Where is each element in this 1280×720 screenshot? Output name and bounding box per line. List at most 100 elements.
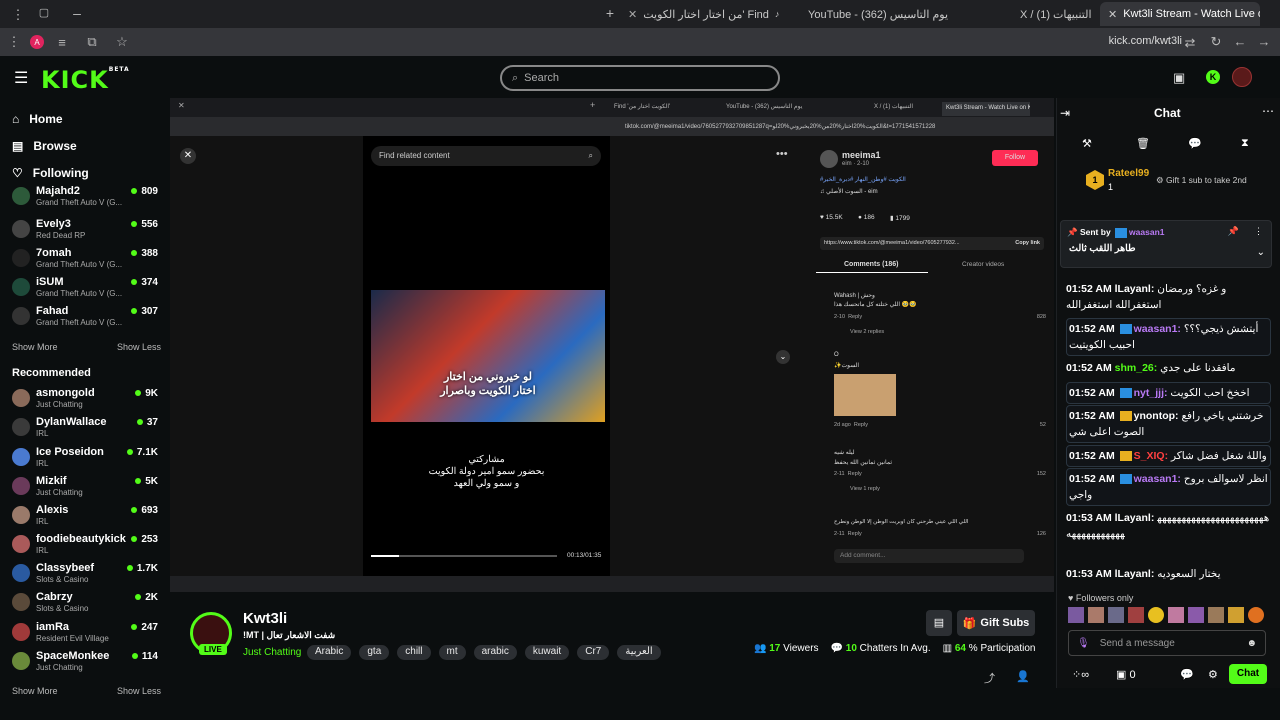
emoji-icon[interactable]: ☻ — [1246, 638, 1257, 649]
list-item[interactable]: Classybeef Slots & Casino 1.7K — [12, 562, 162, 590]
show-more-following[interactable]: Show More — [12, 342, 58, 352]
bookmark-star-icon[interactable]: ☆ — [110, 34, 134, 50]
hourglass-icon[interactable]: ⧗ — [1241, 137, 1249, 150]
emote[interactable] — [1248, 607, 1264, 623]
tag[interactable]: chill — [397, 645, 431, 660]
share-icon[interactable]: ⤴ — [984, 670, 995, 686]
list-item[interactable]: Fahad Grand Theft Auto V (G... 307 — [12, 305, 162, 333]
menu-icon[interactable]: ⋮ — [2, 34, 26, 50]
more-options-icon[interactable]: ⋮ — [1254, 226, 1263, 237]
url-text[interactable]: kick.com/kwt3li — [1109, 35, 1182, 47]
emote[interactable] — [1148, 607, 1164, 623]
extensions-icon[interactable]: ⧉ — [80, 34, 104, 50]
emote[interactable] — [1168, 607, 1184, 623]
reading-list-icon[interactable]: ≡ — [50, 35, 74, 50]
video-clip: لو خيروني من اختار اختار الكويت وباصرار — [371, 290, 605, 422]
emote[interactable] — [1108, 607, 1124, 623]
new-tab-icon[interactable]: + — [598, 5, 622, 21]
list-item[interactable]: iSUM Grand Theft Auto V (G... 374 — [12, 276, 162, 304]
follow-user-icon[interactable]: 👤 — [1016, 670, 1030, 683]
send-chat-button[interactable]: Chat — [1229, 664, 1267, 684]
emote[interactable] — [1208, 607, 1224, 623]
show-less-following[interactable]: Show Less — [117, 342, 161, 352]
search-input[interactable]: ⌕ Search — [500, 65, 780, 91]
nav-browse[interactable]: ▤ Browse — [12, 139, 77, 153]
emote[interactable] — [1188, 607, 1204, 623]
x-logo-icon: 𝕏 — [1098, 8, 1099, 21]
show-less-recommended[interactable]: Show Less — [117, 686, 161, 696]
nav-home[interactable]: ⌂ Home — [12, 112, 63, 126]
tag[interactable]: kuwait — [524, 645, 570, 660]
reload-icon[interactable]: ↻ — [1204, 34, 1228, 50]
inner-tab-bar: ✕ + Find 'الكويت اختار من' YouTube - يوم… — [170, 98, 1054, 117]
chat-bubble-icon[interactable]: 💬 — [1180, 668, 1194, 681]
chat-bubble-icon[interactable]: 💬 — [1188, 137, 1202, 150]
emote[interactable] — [1088, 607, 1104, 623]
profile-avatar[interactable]: A — [30, 35, 44, 49]
tag[interactable]: mt — [438, 645, 466, 660]
notes-button[interactable]: ▤ — [926, 610, 952, 636]
tab-search-icon[interactable]: ▢ — [32, 6, 56, 19]
list-item[interactable]: Mizkif Just Chatting 5K — [12, 475, 162, 503]
list-item[interactable]: Cabrzy Slots & Casino 2K — [12, 591, 162, 619]
back-icon[interactable]: → — [1252, 34, 1276, 49]
kick-points-icon[interactable]: K — [1206, 70, 1220, 84]
emote[interactable] — [1128, 607, 1144, 623]
inner-address-bar: tiktok.com/@meeima1/video/76052779327098… — [170, 117, 1054, 136]
tag[interactable]: Cr7 — [577, 645, 610, 660]
new-tab-icon: + — [590, 100, 596, 110]
emote[interactable] — [1228, 607, 1244, 623]
chevron-down-icon[interactable]: ⌄ — [1257, 247, 1265, 258]
chat-input[interactable]: 🎙 Send a message ☻ — [1068, 630, 1266, 656]
list-item[interactable]: Alexis IRL 693 — [12, 504, 162, 532]
list-item[interactable]: 7omah Grand Theft Auto V (G... 388 — [12, 247, 162, 275]
pinned-message[interactable]: 📌 Sent by waasan1 طاهر اللقب ثالث 📌 ⋮ ⌄ — [1060, 220, 1272, 268]
trash-icon[interactable]: 🗑 — [1136, 137, 1150, 150]
kick-logo[interactable]: KICKBETA — [41, 66, 130, 94]
points-counter[interactable]: ▣ 0 — [1116, 668, 1136, 681]
close-icon[interactable]: ✕ — [954, 8, 960, 21]
video-player[interactable]: ✕ + Find 'الكويت اختار من' YouTube - يوم… — [170, 98, 1054, 592]
translate-icon[interactable]: ⇄ — [1178, 35, 1202, 51]
close-icon[interactable]: ✕ — [628, 8, 637, 21]
chat-message: 01:52 AM ynontop: خرشتني ياخي رافع الصوت… — [1066, 405, 1271, 443]
show-more-recommended[interactable]: Show More — [12, 686, 58, 696]
list-item[interactable]: DylanWallace IRL 37 — [12, 416, 162, 444]
minimize-icon[interactable]: – — [65, 5, 89, 21]
list-item[interactable]: asmongold Just Chatting 9K — [12, 387, 162, 415]
tab-tiktok[interactable]: ✕ من اختار اختار الكويت' Find ♪ — [620, 2, 780, 26]
tab-x[interactable]: X / التنبيهات (1)𝕏 — [1012, 2, 1098, 26]
hamburger-menu-icon[interactable]: ☰ — [14, 68, 28, 88]
tag[interactable]: arabic — [473, 645, 517, 660]
list-item[interactable]: Majahd2 Grand Theft Auto V (G... 809 — [12, 186, 162, 213]
top-gifter-name[interactable]: Rateel99 — [1108, 168, 1149, 179]
list-item[interactable]: Evely3 Red Dead RP 556 — [12, 218, 162, 246]
microphone-icon[interactable]: 🎙 — [1077, 638, 1090, 649]
list-item[interactable]: iamRa Resident Evil Village 247 — [12, 621, 162, 649]
inventory-icon[interactable]: ▣ — [1173, 70, 1185, 86]
tag[interactable]: gta — [359, 645, 390, 660]
gear-icon[interactable]: ⚙ — [1208, 668, 1218, 681]
window-menu-icon[interactable]: ⋮ — [6, 7, 30, 23]
collapse-chat-icon[interactable]: ⇥ — [1060, 106, 1070, 120]
nav-following[interactable]: ♡ Following — [12, 166, 89, 180]
streamer-name[interactable]: Kwt3li — [243, 610, 287, 627]
list-item[interactable]: Ice Poseidon IRL 7.1K — [12, 446, 162, 474]
tab-kick[interactable]: ✕Kwt3li Stream - Watch Live on K — [1100, 2, 1260, 26]
list-item[interactable]: foodiebeautykick IRL 253 — [12, 533, 162, 561]
unpin-icon[interactable]: 📌 — [1228, 226, 1239, 237]
gift-subs-button[interactable]: 🎁 Gift Subs — [957, 610, 1035, 636]
tag[interactable]: Arabic — [307, 645, 352, 660]
tiktok-video-frame: Find related content ⌕ لو خيروني من اختار… — [363, 136, 610, 576]
moderation-hammer-icon[interactable]: ⚒ — [1082, 137, 1092, 150]
user-avatar[interactable] — [1232, 67, 1252, 87]
emote[interactable] — [1068, 607, 1084, 623]
chat-more-icon[interactable]: ⋯ — [1262, 104, 1274, 118]
close-icon[interactable]: ✕ — [1108, 8, 1117, 21]
stream-category[interactable]: Just Chatting — [243, 647, 301, 658]
list-item[interactable]: SpaceMonkee Just Chatting 114 — [12, 650, 162, 678]
tab-youtube[interactable]: YouTube - يوم التاسيس (362)✕ — [800, 2, 960, 26]
forward-icon[interactable]: ← — [1228, 34, 1252, 49]
infinity-points-icon[interactable]: ⁘∞ — [1072, 668, 1089, 681]
tag[interactable]: العربية — [617, 645, 661, 660]
